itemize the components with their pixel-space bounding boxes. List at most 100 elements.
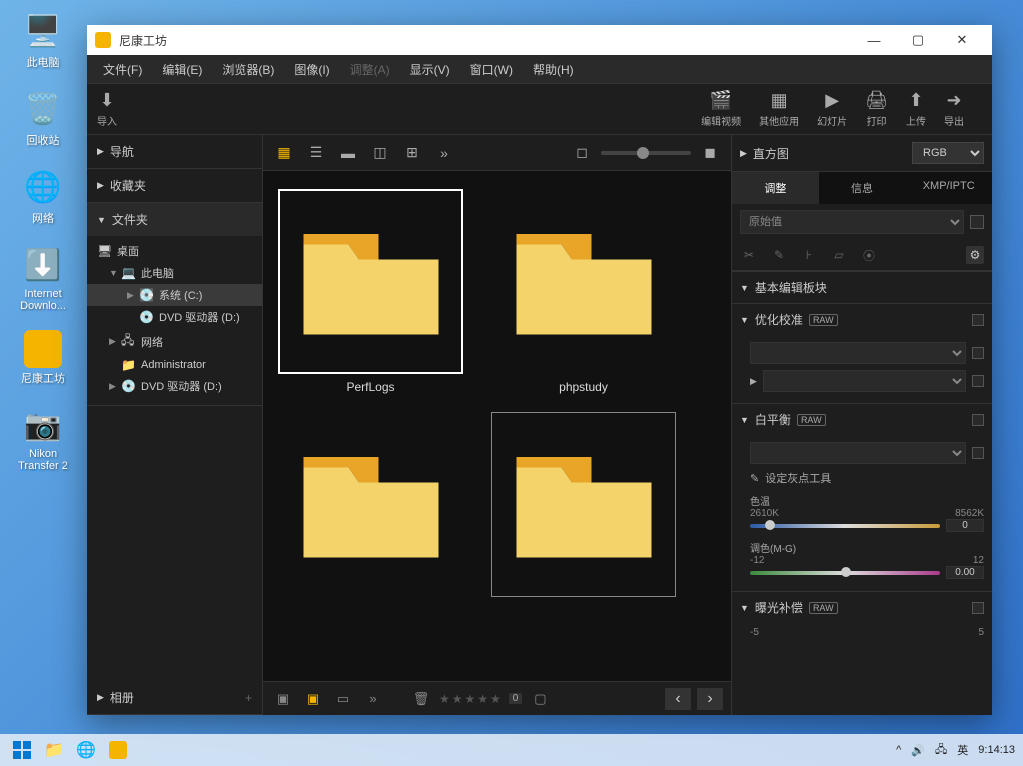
maximize-button[interactable]: ▢ [896,26,940,54]
redeye-icon[interactable]: ⦿ [860,246,878,264]
tab-info[interactable]: 信息 [819,172,906,204]
optimize-header[interactable]: ▼优化校准RAW [732,304,992,335]
plus-icon[interactable]: + [245,691,252,705]
menu-view[interactable]: 显示(V) [400,57,460,82]
tree-admin[interactable]: 📁Administrator [87,355,262,375]
optimize-checkbox[interactable] [972,314,984,326]
menu-image[interactable]: 图像(I) [284,57,339,82]
tint-input[interactable] [946,566,984,579]
edge-taskbar-icon[interactable]: 🌐 [72,736,100,764]
prev-button[interactable]: ‹ [665,688,691,710]
desktop-icon-idm[interactable]: ⬇️Internet Downlo... [8,244,78,312]
folder-thumb[interactable] [486,412,681,603]
folder-thumb[interactable] [273,412,468,603]
crop-button[interactable]: ▭ [331,687,355,711]
close-button[interactable]: ✕ [940,26,984,54]
opt-cb[interactable] [972,347,984,359]
zoom-thumb[interactable] [637,147,649,159]
trash-icon[interactable]: 🗑 [409,687,433,711]
grid-view-button[interactable]: ▦ [271,140,297,166]
sidebar-folders-header[interactable]: ▼文件夹 [87,203,262,236]
tab-adjust[interactable]: 调整 [732,172,819,204]
colortemp-slider[interactable] [750,524,940,528]
more-filter-button[interactable]: » [361,687,385,711]
dual-view-button[interactable]: ◫ [367,140,393,166]
tree-network[interactable]: ▶🖧网络 [87,328,262,355]
titlebar[interactable]: 尼康工坊 — ▢ ✕ [87,25,992,55]
optimize-sub-select[interactable] [763,370,966,392]
menu-window[interactable]: 窗口(W) [460,57,523,82]
exp-checkbox[interactable] [972,602,984,614]
desktop-icon-recyclebin[interactable]: 🗑️回收站 [8,88,78,148]
zoom-out-button[interactable]: ◻ [569,140,595,166]
wb-cb[interactable] [972,447,984,459]
colorspace-select[interactable]: RGB [912,142,984,164]
sidebar-album-header[interactable]: ▶相册+ [87,681,262,714]
menu-browser[interactable]: 浏览器(B) [212,57,284,82]
tint-slider[interactable] [750,571,940,575]
tray-chevron-icon[interactable]: ^ [896,744,901,756]
eyedropper-icon[interactable]: ✎ [750,472,759,485]
ime-indicator[interactable]: 英 [957,742,968,758]
menu-adjust[interactable]: 调整(A) [340,57,400,82]
label-button[interactable]: ▣ [301,687,325,711]
perspective-icon[interactable]: ▱ [830,246,848,264]
export-button[interactable]: ➜导出 [944,90,964,128]
explorer-taskbar-icon[interactable]: 📁 [40,736,68,764]
minimize-button[interactable]: — [852,26,896,54]
desktop-icon-network[interactable]: 🌐网络 [8,166,78,226]
desktop-icon-transfer[interactable]: 📷Nikon Transfer 2 [8,404,78,472]
zoom-in-button[interactable]: ◼ [697,140,723,166]
wb-checkbox[interactable] [972,414,984,426]
menu-file[interactable]: 文件(F) [93,57,152,82]
quad-view-button[interactable]: ⊞ [399,140,425,166]
preset-checkbox[interactable] [970,215,984,229]
other-app-button[interactable]: ▦其他应用 [759,90,799,128]
optimize-select[interactable] [750,342,966,364]
tree-desktop[interactable]: 🖥桌面 [87,240,262,262]
preset-select[interactable]: 原始值 [740,210,964,234]
brush-tool-icon[interactable]: ✎ [770,246,788,264]
exposure-header[interactable]: ▼曝光补偿RAW [732,592,992,623]
rating-stars[interactable]: ★★★★★ [439,692,503,706]
volume-icon[interactable]: 🔊 [911,744,925,757]
folder-thumb[interactable]: phpstudy [486,189,681,394]
more-views-button[interactable]: » [431,140,457,166]
start-button[interactable] [8,736,36,764]
straighten-icon[interactable]: ⊦ [800,246,818,264]
crop-tool-icon[interactable]: ✂ [740,246,758,264]
sidebar-fav-header[interactable]: ▶收藏夹 [87,169,262,202]
gear-icon[interactable]: ⚙ [966,246,984,264]
zoom-slider[interactable] [601,151,691,155]
basic-edit-header[interactable]: ▼基本编辑板块 [732,272,992,303]
wb-select[interactable] [750,442,966,464]
tag-icon[interactable]: ▢ [528,687,552,711]
import-button[interactable]: ⬇导入 [97,90,117,128]
desktop-icon-thispc[interactable]: 🖥️此电脑 [8,10,78,70]
network-tray-icon[interactable]: 🖧 [935,741,947,760]
single-view-button[interactable]: ▬ [335,140,361,166]
clock[interactable]: 9:14:13 [978,744,1015,756]
menu-help[interactable]: 帮助(H) [523,57,584,82]
upload-button[interactable]: ⬆上传 [906,90,926,128]
colortemp-input[interactable] [946,519,984,532]
tree-dvd[interactable]: 💿DVD 驱动器 (D:) [87,306,262,328]
folder-thumb[interactable]: PerfLogs [273,189,468,394]
print-button[interactable]: 🖨打印 [865,90,888,128]
list-view-button[interactable]: ☰ [303,140,329,166]
slideshow-button[interactable]: ▶幻灯片 [817,90,847,128]
opt-cb2[interactable] [972,375,984,387]
edit-video-button[interactable]: 🎬编辑视频 [701,90,741,128]
nxstudio-taskbar-icon[interactable] [104,736,132,764]
whitebalance-header[interactable]: ▼白平衡RAW [732,404,992,435]
tree-system-c[interactable]: ▶💽系统 (C:) [87,284,262,306]
next-button[interactable]: › [697,688,723,710]
stack-button[interactable]: ▣ [271,687,295,711]
tree-dvd2[interactable]: ▶💿DVD 驱动器 (D:) [87,375,262,397]
tree-thispc[interactable]: ▼💻此电脑 [87,262,262,284]
sidebar-nav-header[interactable]: ▶导航 [87,135,262,168]
menu-edit[interactable]: 编辑(E) [152,57,212,82]
tab-xmp[interactable]: XMP/IPTC [905,172,992,204]
desktop-icon-nxstudio[interactable]: 尼康工坊 [8,330,78,386]
histogram-header[interactable]: ▶ 直方图 RGB [732,135,992,172]
